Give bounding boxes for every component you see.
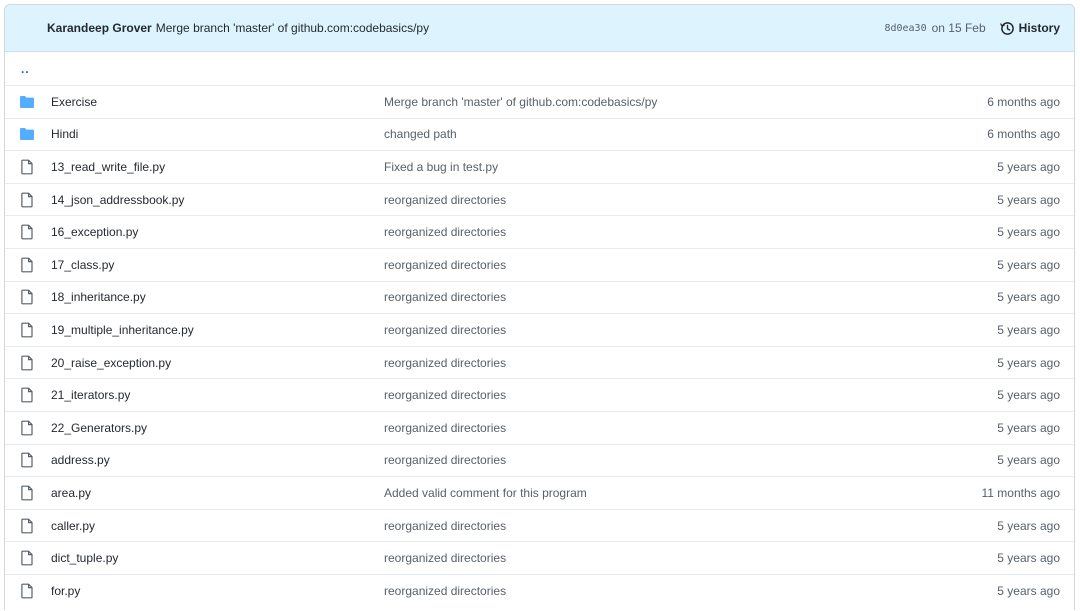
file-row[interactable]: caller.py reorganized directories 5 years … bbox=[5, 508, 1074, 542]
parent-directory-link[interactable]: .. bbox=[21, 62, 30, 76]
commit-message-link[interactable]: Merge branch 'master' of github.com:code… bbox=[384, 95, 657, 109]
file-name-link[interactable]: 14_json_addressbook.py bbox=[51, 193, 384, 207]
file-name-link[interactable]: 20_raise_exception.py bbox=[51, 356, 384, 370]
file-name-link[interactable]: 18_inheritance.py bbox=[51, 290, 384, 304]
file-name-link[interactable]: address.py bbox=[51, 453, 384, 467]
file-icon bbox=[19, 518, 35, 534]
commit-message-link[interactable]: reorganized directories bbox=[384, 453, 506, 467]
folder-icon bbox=[19, 126, 35, 142]
commit-meta: 8d0ea30 on 15 Feb History bbox=[884, 21, 1060, 36]
file-browser: Karandeep Grover Merge branch 'master' o… bbox=[4, 4, 1075, 610]
file-icon bbox=[19, 355, 35, 371]
commit-age: 5 years ago bbox=[997, 583, 1060, 598]
file-row[interactable]: 17_class.py reorganized directories 5 year… bbox=[5, 247, 1074, 281]
commit-age: 5 years ago bbox=[997, 420, 1060, 435]
file-name-link[interactable]: 19_multiple_inheritance.py bbox=[51, 323, 384, 337]
history-label: History bbox=[1018, 21, 1060, 35]
commit-age: 5 years ago bbox=[997, 159, 1060, 174]
file-icon bbox=[19, 550, 35, 566]
file-icon bbox=[19, 159, 35, 175]
commit-message-link[interactable]: reorganized directories bbox=[384, 290, 506, 304]
file-icon bbox=[19, 452, 35, 468]
file-icon bbox=[19, 387, 35, 403]
commit-age: 5 years ago bbox=[997, 355, 1060, 370]
commit-age: 6 months ago bbox=[987, 127, 1060, 142]
commit-age: 5 years ago bbox=[997, 388, 1060, 403]
file-row[interactable]: 20_raise_exception.py reorganized directo… bbox=[5, 345, 1074, 379]
file-icon bbox=[19, 192, 35, 208]
file-icon bbox=[19, 420, 35, 436]
file-name-link[interactable]: 17_class.py bbox=[51, 258, 384, 272]
file-row[interactable]: address.py reorganized directories 5 years… bbox=[5, 443, 1074, 477]
file-name-link[interactable]: 22_Generators.py bbox=[51, 421, 384, 435]
commit-sha[interactable]: 8d0ea30 bbox=[884, 23, 926, 34]
file-row[interactable]: dict_tuple.py reorganized directories 5 ye… bbox=[5, 541, 1074, 574]
file-row[interactable]: for.py reorganized directories 5 years ago bbox=[5, 573, 1074, 607]
file-name-link[interactable]: area.py bbox=[51, 486, 384, 500]
commit-message-link[interactable]: Fixed a bug in test.py bbox=[384, 160, 498, 174]
commit-age: 5 years ago bbox=[997, 518, 1060, 533]
file-name-link[interactable]: for.py bbox=[51, 584, 384, 598]
commit-age: 5 years ago bbox=[997, 257, 1060, 272]
parent-directory-row[interactable]: .. bbox=[5, 52, 1074, 85]
file-icon bbox=[19, 257, 35, 273]
history-link[interactable]: History bbox=[999, 21, 1060, 36]
commit-message-link[interactable]: Added valid comment for this program bbox=[384, 486, 587, 500]
commit-message-link[interactable]: reorganized directories bbox=[384, 258, 506, 272]
commit-age: 5 years ago bbox=[997, 192, 1060, 207]
commit-message-link[interactable]: reorganized directories bbox=[384, 388, 506, 402]
file-list: .. Exercise Merge branch 'master' of gith… bbox=[5, 52, 1074, 607]
commit-message-link[interactable]: reorganized directories bbox=[384, 193, 506, 207]
commit-age: 5 years ago bbox=[997, 322, 1060, 337]
commit-message[interactable]: Merge branch 'master' of github.com:code… bbox=[156, 21, 429, 35]
file-row[interactable]: 18_inheritance.py reorganized directories… bbox=[5, 280, 1074, 314]
commit-message-link[interactable]: reorganized directories bbox=[384, 323, 506, 337]
file-row[interactable]: 14_json_addressbook.py reorganized direct… bbox=[5, 182, 1074, 216]
file-icon bbox=[19, 583, 35, 599]
file-row[interactable]: 22_Generators.py reorganized directories 5… bbox=[5, 410, 1074, 444]
commit-message-link[interactable]: changed path bbox=[384, 127, 457, 141]
commit-message-link[interactable]: reorganized directories bbox=[384, 356, 506, 370]
file-icon bbox=[19, 224, 35, 240]
file-icon bbox=[19, 322, 35, 338]
commit-age: 5 years ago bbox=[997, 290, 1060, 305]
latest-commit-bar: Karandeep Grover Merge branch 'master' o… bbox=[5, 5, 1074, 52]
commit-author[interactable]: Karandeep Grover bbox=[47, 21, 152, 35]
file-row[interactable]: 16_exception.py reorganized directories 5 … bbox=[5, 215, 1074, 248]
history-icon bbox=[999, 21, 1014, 35]
commit-age: 6 months ago bbox=[987, 94, 1060, 109]
commit-age: 5 years ago bbox=[997, 453, 1060, 468]
commit-age: 5 years ago bbox=[997, 225, 1060, 240]
folder-icon bbox=[19, 94, 35, 110]
file-row[interactable]: area.py Added valid comment for this prog… bbox=[5, 476, 1074, 509]
folder-row[interactable]: Exercise Merge branch 'master' of github.… bbox=[5, 85, 1074, 118]
commit-age: 11 months ago bbox=[981, 485, 1061, 500]
commit-message-link[interactable]: reorganized directories bbox=[384, 421, 506, 435]
file-icon bbox=[19, 485, 35, 501]
file-icon bbox=[19, 289, 35, 305]
file-row[interactable]: 19_multiple_inheritance.py reorganized di… bbox=[5, 313, 1074, 346]
file-name-link[interactable]: dict_tuple.py bbox=[51, 551, 384, 565]
file-name-link[interactable]: caller.py bbox=[51, 519, 384, 533]
file-name-link[interactable]: Exercise bbox=[51, 95, 384, 109]
file-row[interactable]: 13_read_write_file.py Fixed a bug in test… bbox=[5, 150, 1074, 183]
file-name-link[interactable]: 13_read_write_file.py bbox=[51, 160, 384, 174]
commit-message-link[interactable]: reorganized directories bbox=[384, 551, 506, 565]
commit-message-link[interactable]: reorganized directories bbox=[384, 225, 506, 239]
file-name-link[interactable]: 16_exception.py bbox=[51, 225, 384, 239]
file-name-link[interactable]: Hindi bbox=[51, 127, 384, 141]
commit-message-link[interactable]: reorganized directories bbox=[384, 584, 506, 598]
commit-date: on 15 Feb bbox=[931, 21, 986, 35]
file-name-link[interactable]: 21_iterators.py bbox=[51, 388, 384, 402]
file-row[interactable]: 21_iterators.py reorganized directories 5 … bbox=[5, 378, 1074, 411]
commit-age: 5 years ago bbox=[997, 551, 1060, 566]
folder-row[interactable]: Hindi changed path 6 months ago bbox=[5, 117, 1074, 151]
commit-message-link[interactable]: reorganized directories bbox=[384, 519, 506, 533]
